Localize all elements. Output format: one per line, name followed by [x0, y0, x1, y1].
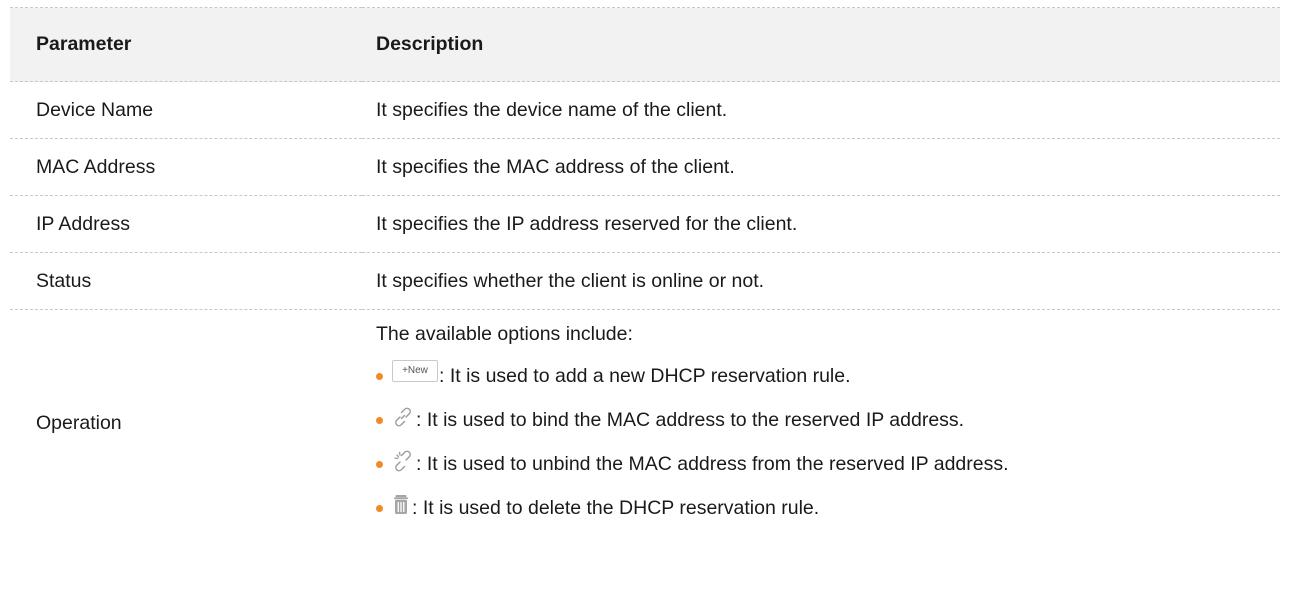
header-description: Description	[376, 33, 484, 55]
header-parameter: Parameter	[36, 33, 132, 55]
operation-item-text: : It is used to unbind the MAC address f…	[416, 453, 1009, 475]
operation-item-delete: : It is used to delete the DHCP reservat…	[376, 491, 1280, 525]
bullet-icon	[376, 460, 383, 468]
operation-item-text: : It is used to add a new DHCP reservati…	[439, 365, 851, 387]
param-cell: IP Address	[36, 212, 130, 235]
operation-item-unbind: : It is used to unbind the MAC address f…	[376, 447, 1280, 481]
operation-intro: The available options include:	[376, 323, 633, 345]
description-cell: It specifies whether the client is onlin…	[376, 269, 765, 292]
table-row: IP Address It specifies the IP address r…	[10, 195, 1280, 253]
description-cell: It specifies the IP address reserved for…	[376, 212, 798, 235]
parameter-table: Parameter Description Device Name It spe…	[10, 7, 1280, 537]
table-header-row: Parameter Description	[10, 7, 1280, 82]
description-cell: It specifies the MAC address of the clie…	[376, 155, 735, 178]
operation-item-text: : It is used to bind the MAC address to …	[416, 409, 965, 431]
table-row: Device Name It specifies the device name…	[10, 81, 1280, 139]
param-cell-operation: Operation	[36, 412, 122, 434]
bullet-icon	[376, 416, 383, 424]
param-cell: Status	[36, 269, 92, 292]
trash-icon	[391, 494, 411, 516]
param-cell: Device Name	[36, 98, 154, 121]
param-cell: MAC Address	[36, 155, 156, 178]
link-icon	[391, 405, 415, 429]
operation-item-new: +New : It is used to add a new DHCP rese…	[376, 359, 1280, 393]
table-row: MAC Address It specifies the MAC address…	[10, 138, 1280, 196]
operation-description-cell: The available options include: +New : It…	[362, 310, 1280, 538]
unlink-icon	[391, 449, 415, 473]
new-button-icon: +New	[392, 360, 438, 382]
operation-item-bind: : It is used to bind the MAC address to …	[376, 403, 1280, 437]
table-row: Status It specifies whether the client i…	[10, 252, 1280, 310]
bullet-icon	[376, 504, 383, 512]
bullet-icon	[376, 372, 383, 380]
description-cell: It specifies the device name of the clie…	[376, 98, 728, 121]
operation-item-text: : It is used to delete the DHCP reservat…	[412, 497, 820, 519]
operation-row: Operation The available options include:…	[10, 309, 1280, 538]
